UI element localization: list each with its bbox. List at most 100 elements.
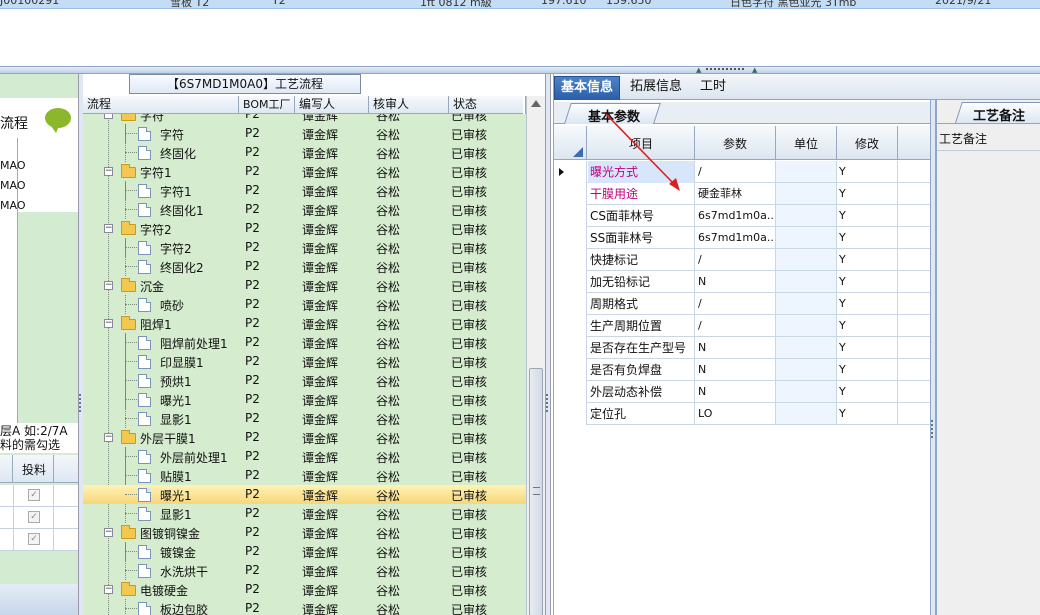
param-value-cell[interactable]: 6s7md1m0a... xyxy=(696,227,775,249)
tree-row[interactable]: 阻焊前处理1 P2 谭金辉 谷松 已审核 xyxy=(83,333,526,352)
feed-column-header[interactable]: 投料 xyxy=(14,461,54,478)
feed-grid-row[interactable]: ✓ xyxy=(0,529,79,551)
params-row[interactable]: 周期格式 / Y xyxy=(554,293,930,315)
tree-row[interactable]: 终固化1 P2 谭金辉 谷松 已审核 xyxy=(83,200,526,219)
params-row[interactable]: SS面菲林号 6s7md1m0a... Y xyxy=(554,227,930,249)
tree-row[interactable]: 镀镍金 P2 谭金辉 谷松 已审核 xyxy=(83,542,526,561)
row-header[interactable] xyxy=(554,293,587,315)
param-value-cell[interactable]: / xyxy=(696,315,775,337)
param-modify-cell[interactable]: Y xyxy=(837,359,897,381)
tree-row[interactable]: 曝光1 P2 谭金辉 谷松 已审核 xyxy=(83,485,526,504)
tree-row[interactable]: 字符2 P2 谭金辉 谷松 已审核 xyxy=(83,238,526,257)
param-value-cell[interactable]: / xyxy=(696,293,775,315)
tree-row[interactable]: − 字符1 P2 谭金辉 谷松 已审核 xyxy=(83,162,526,181)
params-row[interactable]: 是否有负焊盘 N Y xyxy=(554,359,930,381)
tree-row[interactable]: − 电镀硬金 P2 谭金辉 谷松 已审核 xyxy=(83,580,526,599)
param-modify-cell[interactable]: Y xyxy=(837,403,897,425)
params-row[interactable]: 加无铅标记 N Y xyxy=(554,271,930,293)
collapse-toggle-icon[interactable]: − xyxy=(104,167,113,176)
tab-work-hours[interactable]: 工时 xyxy=(694,76,732,100)
param-unit-cell[interactable] xyxy=(776,161,836,182)
param-item-cell[interactable]: SS面菲林号 xyxy=(588,227,694,249)
param-item-cell[interactable]: 是否有负焊盘 xyxy=(588,359,694,381)
tree-row[interactable]: 显影1 P2 谭金辉 谷松 已审核 xyxy=(83,409,526,428)
tree-row[interactable]: − 沉金 P2 谭金辉 谷松 已审核 xyxy=(83,276,526,295)
feed-checkbox[interactable]: ✓ xyxy=(28,489,40,501)
order-grid-selected-row[interactable]: J00100291 雪板 T2 T2 1ft 0812 m級 197.610 159.65… xyxy=(0,0,1040,9)
params-row[interactable]: 干膜用途 硬金菲林 Y xyxy=(554,183,930,205)
column-header-modify[interactable]: 修改 xyxy=(837,135,897,152)
tree-row[interactable]: 预烘1 P2 谭金辉 谷松 已审核 xyxy=(83,371,526,390)
param-item-cell[interactable]: 曝光方式 xyxy=(588,161,694,183)
param-item-cell[interactable]: 生产周期位置 xyxy=(588,315,694,337)
param-value-cell[interactable]: LO xyxy=(696,403,775,425)
grid-corner-icon[interactable] xyxy=(554,126,587,160)
param-item-cell[interactable]: 外层动态补偿 xyxy=(588,381,694,403)
row-header[interactable] xyxy=(554,381,587,403)
param-value-cell[interactable]: N xyxy=(696,271,775,293)
param-unit-cell[interactable] xyxy=(776,183,836,204)
param-unit-cell[interactable] xyxy=(776,205,836,226)
column-header-item[interactable]: 项目 xyxy=(588,135,694,152)
tree-row[interactable]: 外层前处理1 P2 谭金辉 谷松 已审核 xyxy=(83,447,526,466)
tree-row[interactable]: 字符1 P2 谭金辉 谷松 已审核 xyxy=(83,181,526,200)
params-row[interactable]: CS面菲林号 6s7md1m0a... Y xyxy=(554,205,930,227)
feed-checkbox[interactable]: ✓ xyxy=(28,533,40,545)
scroll-up-icon[interactable] xyxy=(531,100,541,107)
param-modify-cell[interactable]: Y xyxy=(837,161,897,183)
tree-row[interactable]: 板边包胶 P2 谭金辉 谷松 已审核 xyxy=(83,599,526,615)
tree-row[interactable]: 终固化 P2 谭金辉 谷松 已审核 xyxy=(83,143,526,162)
param-modify-cell[interactable]: Y xyxy=(837,293,897,315)
process-tree-scrollbar[interactable] xyxy=(526,96,545,615)
param-item-cell[interactable]: CS面菲林号 xyxy=(588,205,694,227)
param-item-cell[interactable]: 干膜用途 xyxy=(588,183,694,205)
column-header-status[interactable]: 状态 xyxy=(449,96,526,114)
tree-row[interactable]: − 字符 P2 谭金辉 谷松 已审核 xyxy=(83,114,526,124)
column-header-author[interactable]: 编写人 xyxy=(295,96,369,114)
row-header[interactable] xyxy=(554,403,587,425)
scroll-thumb[interactable] xyxy=(529,368,543,615)
params-row[interactable]: 曝光方式 / Y xyxy=(554,161,930,183)
param-modify-cell[interactable]: Y xyxy=(837,271,897,293)
params-row[interactable]: 快捷标记 / Y xyxy=(554,249,930,271)
column-header-bom-plant[interactable]: BOM工厂 xyxy=(239,96,295,114)
splitter-arrow-icon[interactable]: ▲ xyxy=(752,66,757,74)
splitter-grip-icon[interactable] xyxy=(79,394,82,412)
param-modify-cell[interactable]: Y xyxy=(837,381,897,403)
tree-row[interactable]: − 阻焊1 P2 谭金辉 谷松 已审核 xyxy=(83,314,526,333)
collapse-toggle-icon[interactable]: − xyxy=(104,433,113,442)
row-header[interactable] xyxy=(554,359,587,381)
param-modify-cell[interactable]: Y xyxy=(837,249,897,271)
column-header-flow[interactable]: 流程 xyxy=(83,96,239,114)
param-unit-cell[interactable] xyxy=(776,271,836,292)
params-row[interactable]: 外层动态补偿 N Y xyxy=(554,381,930,403)
collapse-toggle-icon[interactable]: − xyxy=(104,114,113,119)
param-unit-cell[interactable] xyxy=(776,359,836,380)
param-modify-cell[interactable]: Y xyxy=(837,205,897,227)
param-unit-cell[interactable] xyxy=(776,381,836,402)
row-header[interactable] xyxy=(554,205,587,227)
tree-row[interactable]: 终固化2 P2 谭金辉 谷松 已审核 xyxy=(83,257,526,276)
param-value-cell[interactable]: / xyxy=(696,249,775,271)
row-header[interactable] xyxy=(554,315,587,337)
splitter-arrow-icon[interactable]: ▲ xyxy=(696,66,701,74)
param-item-cell[interactable]: 周期格式 xyxy=(588,293,694,315)
param-unit-cell[interactable] xyxy=(776,315,836,336)
params-row[interactable]: 生产周期位置 / Y xyxy=(554,315,930,337)
splitter-grip-icon[interactable] xyxy=(546,394,549,412)
row-header[interactable] xyxy=(554,227,587,249)
subtab-basic-params-label[interactable]: 基本参数 xyxy=(588,106,640,125)
collapse-toggle-icon[interactable]: − xyxy=(104,224,113,233)
flow-list-item[interactable]: MAO xyxy=(0,179,25,192)
flow-list[interactable]: MAO MAO MAO xyxy=(0,138,25,438)
process-tree[interactable]: − 字符 P2 谭金辉 谷松 已审核 字符 P2 谭金辉 谷松 已审核 终固化 P2 谭金辉 谷松 已审核 − 字… xyxy=(83,114,526,615)
collapse-toggle-icon[interactable]: − xyxy=(104,528,113,537)
column-header-reviewer[interactable]: 核审人 xyxy=(369,96,449,114)
param-item-cell[interactable]: 快捷标记 xyxy=(588,249,694,271)
param-modify-cell[interactable]: Y xyxy=(837,183,897,205)
flow-list-item[interactable]: MAO xyxy=(0,199,25,212)
param-unit-cell[interactable] xyxy=(776,403,836,424)
tab-process-remarks-label[interactable]: 工艺备注 xyxy=(973,105,1025,124)
column-header-param[interactable]: 参数 xyxy=(695,135,775,152)
collapse-toggle-icon[interactable]: − xyxy=(104,281,113,290)
